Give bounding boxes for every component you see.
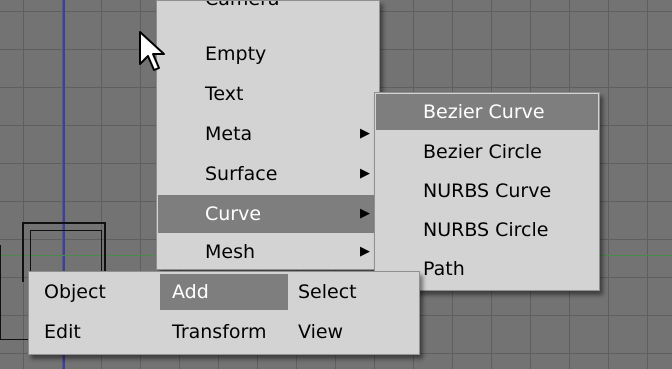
3d-viewport[interactable]: Camera Empty Text Meta ▶ Surface ▶ Curve…: [0, 0, 672, 369]
mouse-pointer-icon: [139, 31, 165, 71]
toolbox-edit[interactable]: Edit: [30, 314, 156, 350]
add-menu-item-label: Empty: [205, 43, 267, 65]
add-menu-item-label: Mesh: [205, 241, 256, 263]
add-menu-item-label: Surface: [205, 163, 278, 185]
toolbox-transform[interactable]: Transform: [160, 314, 288, 350]
toolbox-object[interactable]: Object: [30, 274, 156, 310]
add-menu-item-curve[interactable]: Curve ▶: [158, 195, 378, 233]
curve-submenu-item-nurbs-curve[interactable]: NURBS Curve: [376, 172, 598, 210]
add-menu-item-meta[interactable]: Meta ▶: [158, 115, 378, 153]
add-menu-item-mesh[interactable]: Mesh ▶: [158, 235, 378, 269]
submenu-item-label: NURBS Circle: [423, 219, 549, 241]
toolbox-select[interactable]: Select: [292, 274, 418, 310]
toolbox-label: View: [298, 321, 344, 343]
toolbox-label: Object: [44, 281, 106, 303]
add-menu-partial-item[interactable]: Camera: [157, 1, 373, 25]
add-menu-item-label: Text: [205, 83, 244, 105]
triangle-right-icon: ▶: [360, 206, 370, 221]
add-menu-item-label: Meta: [205, 123, 253, 145]
toolbox-add[interactable]: Add: [160, 274, 288, 310]
toolbox-menu: Object Add Select Edit Transform View: [28, 271, 420, 355]
submenu-item-label: NURBS Curve: [423, 180, 552, 202]
curve-submenu-item-nurbs-circle[interactable]: NURBS Circle: [376, 211, 598, 249]
toolbox-view[interactable]: View: [292, 314, 418, 350]
curve-submenu-item-bezier-curve[interactable]: Bezier Curve: [376, 94, 598, 130]
add-menu-item-surface[interactable]: Surface ▶: [158, 155, 378, 193]
add-menu-partial-label: Camera: [205, 1, 280, 11]
add-menu-item-text[interactable]: Text: [158, 75, 378, 113]
toolbox-label: Edit: [44, 321, 81, 343]
add-menu-item-label: Curve: [205, 203, 262, 225]
toolbox-label: Select: [298, 281, 357, 303]
triangle-right-icon: ▶: [360, 166, 370, 181]
triangle-right-icon: ▶: [360, 126, 370, 141]
submenu-item-label: Bezier Circle: [423, 141, 542, 163]
submenu-item-label: Path: [423, 258, 465, 280]
curve-submenu-item-bezier-circle[interactable]: Bezier Circle: [376, 133, 598, 171]
submenu-item-label: Bezier Curve: [423, 101, 545, 123]
toolbox-label: Transform: [172, 321, 267, 343]
curve-submenu: Bezier Curve Bezier Circle NURBS Curve N…: [374, 92, 600, 291]
add-menu: Camera Empty Text Meta ▶ Surface ▶ Curve…: [156, 0, 380, 270]
add-menu-item-empty[interactable]: Empty: [158, 35, 378, 73]
toolbox-label: Add: [172, 281, 209, 303]
triangle-right-icon: ▶: [360, 244, 370, 259]
